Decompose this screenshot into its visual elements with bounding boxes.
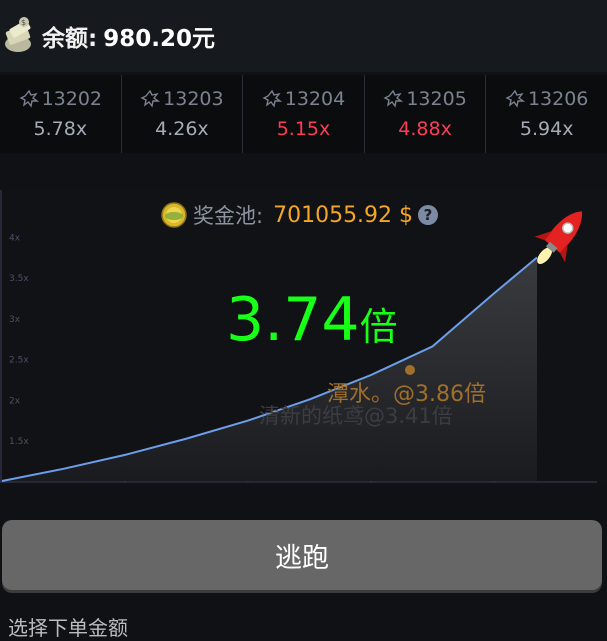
- money-stack-icon: $: [5, 17, 31, 52]
- history-round-id: 13203: [163, 88, 224, 110]
- y-tick-label: 1.5x: [9, 437, 29, 447]
- history-round-id: 13202: [41, 88, 103, 110]
- history-round-id: 13206: [527, 88, 589, 110]
- history-multiplier: 5.78x: [33, 118, 88, 140]
- current-multiplier: 3.74倍: [226, 285, 398, 355]
- history-round-id: 13205: [406, 88, 467, 110]
- crash-icon: [383, 89, 404, 108]
- history-multiplier: 4.88x: [398, 118, 452, 140]
- crash-icon: [505, 89, 525, 108]
- balance-header: $ 余额: 980.20元: [0, 0, 607, 72]
- history-round-id: 13204: [284, 88, 346, 110]
- crash-icon: [262, 89, 282, 108]
- history-item[interactable]: 13203 4.26x: [122, 75, 244, 153]
- history-multiplier: 5.15x: [276, 118, 331, 140]
- prize-pool-value: 701055.92 $: [273, 202, 414, 228]
- svg-text:?: ?: [424, 206, 433, 224]
- history-multiplier: 4.26x: [155, 118, 209, 140]
- rocket-icon: [534, 211, 582, 264]
- y-tick-label: 3x: [9, 315, 21, 325]
- y-tick-label: 4x: [9, 233, 21, 243]
- y-tick-label: 2.5x: [9, 356, 29, 366]
- history-item[interactable]: 13204 5.15x: [243, 75, 365, 153]
- history-item[interactable]: 13206 5.94x: [486, 75, 607, 153]
- multiplier-unit: 倍: [359, 305, 398, 349]
- history-multiplier: 5.94x: [519, 118, 574, 140]
- balance-label: 余额:: [42, 26, 98, 52]
- help-icon[interactable]: ?: [417, 204, 439, 226]
- select-bet-amount-label: 选择下单金额: [8, 616, 128, 640]
- history-item[interactable]: 13202 5.78x: [0, 75, 122, 153]
- crash-icon: [18, 89, 39, 108]
- y-tick-label: 3.5x: [9, 274, 29, 284]
- svg-text:$: $: [21, 18, 26, 27]
- multiplier-value: 3.74: [226, 285, 360, 355]
- crash-icon: [140, 89, 161, 108]
- coin-icon: [161, 202, 187, 228]
- balance-value: 980.20元: [103, 26, 215, 52]
- cashout-marker: [405, 365, 415, 375]
- prize-pool: 奖金池: 701055.92 $ ?: [160, 200, 439, 230]
- prize-pool-label: 奖金池:: [193, 204, 264, 228]
- escape-button[interactable]: 逃跑: [2, 520, 602, 590]
- player-cashout: 清新的纸鸢@3.41倍: [259, 404, 453, 428]
- y-tick-label: 2x: [9, 396, 21, 406]
- round-history: 13202 5.78x 13203 4.26x 13204 5.15x 1320…: [0, 75, 607, 153]
- history-item[interactable]: 13205 4.88x: [365, 75, 487, 153]
